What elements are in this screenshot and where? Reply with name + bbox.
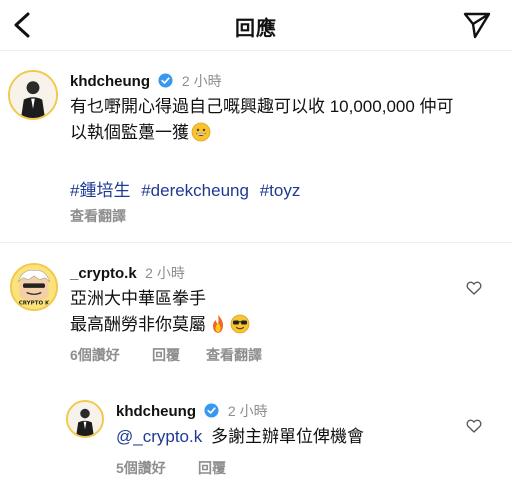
caption-hashtags: #鍾培生 #derekcheung #toyz — [70, 176, 306, 201]
comment-line-2: 最高酬勞非你莫屬 — [70, 315, 206, 334]
avatar-logo-text: CRYPTO K — [19, 300, 50, 306]
comment-reply-button[interactable]: 回覆 — [152, 345, 180, 365]
like-comment-heart-icon[interactable] — [466, 280, 482, 296]
comment-text: 亞洲大中華區拳手 最高酬勞非你莫屬 — [70, 286, 450, 338]
page-title: 回應 — [235, 18, 277, 40]
reply-mention-link[interactable]: @_crypto.k — [116, 427, 202, 446]
caption-see-translation-button[interactable]: 查看翻譯 — [70, 206, 126, 226]
caption-header: khdcheung 2 小時 — [70, 71, 222, 91]
reply-header: khdcheung 2 小時 — [116, 401, 268, 421]
verified-icon — [158, 73, 173, 88]
reply-message: 多謝主辦單位俾機會 — [210, 427, 364, 446]
caption-line-2: 以執個監躉一獲 — [70, 123, 189, 142]
hashtag-link[interactable]: #toyz — [260, 181, 301, 200]
sunglasses-emoji-icon — [230, 314, 250, 334]
header-bar: 回應 — [0, 0, 512, 51]
caption-line-1: 有乜嘢開心得過自己嘅興趣可以收 10,000,000 仲可 — [70, 97, 454, 116]
share-button[interactable] — [462, 10, 492, 40]
like-reply-heart-icon[interactable] — [466, 418, 482, 434]
caption-time: 2 小時 — [181, 73, 222, 89]
fire-emoji-icon — [213, 315, 223, 333]
caption-username[interactable]: khdcheung — [70, 73, 150, 90]
send-icon — [463, 12, 491, 39]
reply-username[interactable]: khdcheung — [116, 403, 196, 420]
hashtag-link[interactable]: #derekcheung — [141, 181, 249, 200]
caption-text: 有乜嘢開心得過自己嘅興趣可以收 10,000,000 仲可 以執個監躉一獲 — [70, 94, 500, 146]
grinning-emoji-icon — [191, 122, 211, 142]
comment-line-1: 亞洲大中華區拳手 — [70, 289, 206, 308]
reply-text: @_crypto.k 多謝主辦單位俾機會 — [116, 424, 456, 450]
comment-time: 2 小時 — [145, 265, 185, 281]
comment-see-translation-button[interactable]: 查看翻譯 — [206, 345, 262, 365]
hashtag-link[interactable]: #鍾培生 — [70, 181, 130, 200]
cartoon-avatar-icon: CRYPTO K — [12, 265, 56, 309]
avatar-crypto-k[interactable]: CRYPTO K — [10, 263, 58, 311]
divider — [0, 242, 512, 243]
avatar-khdcheung-reply[interactable] — [66, 400, 104, 438]
verified-icon — [204, 403, 219, 418]
comment-header: _crypto.k 2 小時 — [70, 263, 185, 283]
reply-reply-button[interactable]: 回覆 — [198, 458, 226, 478]
avatar-khdcheung[interactable] — [8, 70, 58, 120]
reply-likes-count[interactable]: 5個讚好 — [116, 458, 166, 478]
comment-username[interactable]: _crypto.k — [70, 265, 137, 282]
reply-time: 2 小時 — [227, 403, 268, 419]
person-avatar-icon — [10, 72, 56, 118]
person-avatar-icon — [68, 402, 102, 436]
comment-likes-count[interactable]: 6個讚好 — [70, 345, 120, 365]
